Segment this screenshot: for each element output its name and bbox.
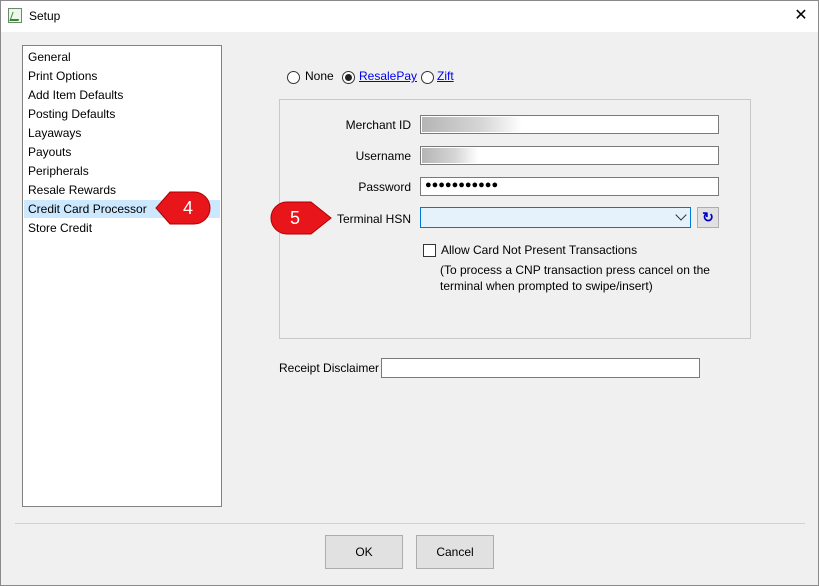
radio-none[interactable] — [287, 71, 300, 84]
password-label: Password — [358, 180, 411, 194]
settings-nav-list: General Print Options Add Item Defaults … — [22, 45, 222, 507]
nav-item-general[interactable]: General — [24, 48, 220, 66]
merchant-id-label: Merchant ID — [345, 118, 411, 132]
username-label: Username — [355, 149, 411, 163]
receipt-disclaimer-field[interactable] — [381, 358, 700, 378]
app-icon — [8, 8, 22, 23]
cnp-note-line2: terminal when prompted to swipe/insert) — [440, 279, 653, 293]
redacted-value — [422, 148, 478, 163]
step-4-number: 4 — [182, 198, 193, 218]
step-5-number: 5 — [289, 208, 300, 228]
refresh-icon: ↻ — [702, 209, 714, 225]
window-title: Setup — [29, 9, 61, 23]
username-field[interactable] — [420, 146, 719, 165]
terminal-hsn-dropdown[interactable] — [420, 207, 691, 228]
nav-item-peripherals[interactable]: Peripherals — [24, 162, 220, 180]
allow-cnp-label[interactable]: Allow Card Not Present Transactions — [441, 243, 637, 257]
chevron-down-icon[interactable] — [675, 209, 687, 221]
setup-window: Setup ✕ General Print Options Add Item D… — [0, 0, 819, 586]
password-value: ●●●●●●●●●●● — [425, 179, 499, 191]
cancel-button[interactable]: Cancel — [416, 535, 494, 569]
merchant-id-field[interactable] — [420, 115, 719, 134]
radio-none-label[interactable]: None — [305, 69, 334, 83]
nav-item-payouts[interactable]: Payouts — [24, 143, 220, 161]
radio-zift-label[interactable]: Zift — [437, 69, 454, 83]
nav-item-posting-defaults[interactable]: Posting Defaults — [24, 105, 220, 123]
step-5-callout: 5 — [269, 200, 333, 236]
nav-item-print-options[interactable]: Print Options — [24, 67, 220, 85]
close-icon[interactable]: ✕ — [789, 5, 813, 27]
title-bar: Setup ✕ — [1, 1, 818, 32]
receipt-disclaimer-label: Receipt Disclaimer — [279, 361, 380, 375]
footer-divider — [15, 523, 805, 524]
ok-button[interactable]: OK — [325, 535, 403, 569]
cnp-note-line1: (To process a CNP transaction press canc… — [440, 263, 710, 277]
allow-cnp-checkbox[interactable] — [423, 244, 436, 257]
refresh-terminals-button[interactable]: ↻ — [697, 207, 719, 228]
nav-item-layaways[interactable]: Layaways — [24, 124, 220, 142]
redacted-value — [422, 117, 522, 132]
password-field[interactable]: ●●●●●●●●●●● — [420, 177, 719, 196]
radio-resalepay-label[interactable]: ResalePay — [359, 69, 417, 83]
nav-item-add-item-defaults[interactable]: Add Item Defaults — [24, 86, 220, 104]
step-4-callout: 4 — [154, 190, 212, 226]
radio-zift[interactable] — [421, 71, 434, 84]
radio-resalepay[interactable] — [342, 71, 355, 84]
